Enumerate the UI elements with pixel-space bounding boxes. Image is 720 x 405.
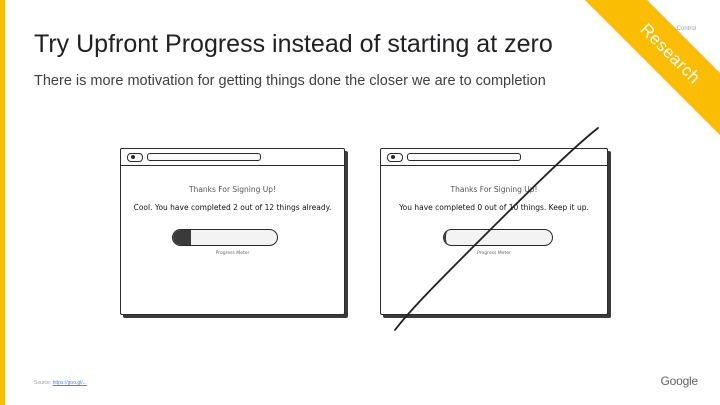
progress-meter: [172, 229, 278, 246]
window-controls-icon: [127, 153, 143, 162]
browser-mockup-zero-progress: Thanks For Signing Up! You have complete…: [380, 148, 608, 315]
browser-toolbar: [381, 149, 607, 166]
browser-mockup-upfront-progress: Thanks For Signing Up! Cool. You have co…: [120, 148, 345, 315]
research-ribbon-label: Research: [576, 0, 720, 148]
progress-meter-label: Progress Meter: [477, 251, 511, 256]
slide-subtitle: There is more motivation for getting thi…: [34, 73, 546, 89]
left-accent-bar: [0, 0, 5, 405]
progress-meter-label: Progress Meter: [215, 251, 250, 256]
progress-message: You have completed 0 out of 10 things. K…: [399, 203, 589, 212]
progress-meter: [443, 229, 553, 246]
progress-meter-fill: [444, 230, 450, 245]
signup-heading: Thanks For Signing Up!: [188, 185, 277, 194]
window-controls-icon: [387, 153, 403, 162]
browser-toolbar: [121, 149, 344, 166]
slide-title: Try Upfront Progress instead of starting…: [34, 30, 553, 58]
google-logo: Google: [660, 374, 699, 388]
address-bar: [407, 153, 521, 161]
signup-heading: Thanks For Signing Up!: [450, 185, 538, 194]
address-bar: [147, 153, 261, 161]
source-label: Source:: [34, 380, 52, 386]
progress-meter-fill: [173, 230, 191, 245]
progress-message: Cool. You have completed 2 out of 12 thi…: [133, 203, 332, 212]
research-banner: Research: [570, 0, 720, 150]
source-citation: Source: https://goo.gl/...: [34, 380, 87, 386]
source-link[interactable]: https://goo.gl/...: [53, 380, 87, 386]
